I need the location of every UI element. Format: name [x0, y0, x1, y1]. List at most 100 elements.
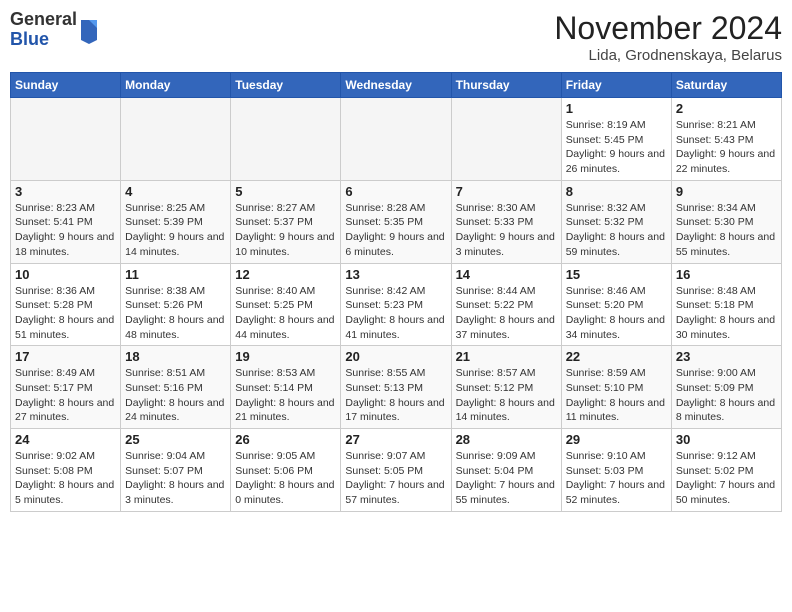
calendar-cell: 13 Sunrise: 8:42 AM Sunset: 5:23 PM Dayli… — [341, 263, 451, 346]
day-number: 1 — [566, 101, 667, 116]
day-number: 8 — [566, 184, 667, 199]
day-number: 12 — [235, 267, 336, 282]
header: General Blue November 2024 Lida, Grodnen… — [10, 10, 782, 64]
calendar-subtitle: Lida, Grodnenskaya, Belarus — [554, 47, 782, 64]
day-info: Sunrise: 8:32 AM Sunset: 5:32 PM Dayligh… — [566, 201, 667, 260]
calendar-cell: 23 Sunrise: 9:00 AM Sunset: 5:09 PM Dayli… — [671, 346, 781, 429]
day-info: Sunrise: 8:23 AM Sunset: 5:41 PM Dayligh… — [15, 201, 116, 260]
day-info: Sunrise: 9:04 AM Sunset: 5:07 PM Dayligh… — [125, 449, 226, 508]
day-info: Sunrise: 9:07 AM Sunset: 5:05 PM Dayligh… — [345, 449, 446, 508]
day-number: 30 — [676, 432, 777, 447]
day-number: 11 — [125, 267, 226, 282]
day-number: 5 — [235, 184, 336, 199]
calendar-cell: 15Sunrise: 8:46 AM Sunset: 5:20 PM Dayli… — [561, 263, 671, 346]
day-info: Sunrise: 9:12 AM Sunset: 5:02 PM Dayligh… — [676, 449, 777, 508]
calendar-cell: 4 Sunrise: 8:25 AM Sunset: 5:39 PM Daylig… — [121, 180, 231, 263]
calendar-cell: 7 Sunrise: 8:30 AM Sunset: 5:33 PM Daylig… — [451, 180, 561, 263]
calendar-cell: 8 Sunrise: 8:32 AM Sunset: 5:32 PM Daylig… — [561, 180, 671, 263]
logo-general: General — [10, 10, 77, 30]
day-number: 16 — [676, 267, 777, 282]
weekday-header-tuesday: Tuesday — [231, 73, 341, 98]
day-info: Sunrise: 8:59 AM Sunset: 5:10 PM Dayligh… — [566, 366, 667, 425]
calendar-cell: 10 Sunrise: 8:36 AM Sunset: 5:28 PM Dayli… — [11, 263, 121, 346]
day-number: 29 — [566, 432, 667, 447]
day-number: 19 — [235, 349, 336, 364]
day-info: Sunrise: 8:30 AM Sunset: 5:33 PM Dayligh… — [456, 201, 557, 260]
logo: General Blue — [10, 10, 99, 50]
calendar-cell: 18 Sunrise: 8:51 AM Sunset: 5:16 PM Dayli… — [121, 346, 231, 429]
calendar-cell: 21Sunrise: 8:57 AM Sunset: 5:12 PM Dayli… — [451, 346, 561, 429]
weekday-header-saturday: Saturday — [671, 73, 781, 98]
day-number: 28 — [456, 432, 557, 447]
day-info: Sunrise: 9:02 AM Sunset: 5:08 PM Dayligh… — [15, 449, 116, 508]
day-number: 27 — [345, 432, 446, 447]
calendar-cell: 28 Sunrise: 9:09 AM Sunset: 5:04 PM Dayli… — [451, 429, 561, 512]
week-row-4: 24 Sunrise: 9:02 AM Sunset: 5:08 PM Dayli… — [11, 429, 782, 512]
day-info: Sunrise: 8:42 AM Sunset: 5:23 PM Dayligh… — [345, 284, 446, 343]
day-info: Sunrise: 8:27 AM Sunset: 5:37 PM Dayligh… — [235, 201, 336, 260]
weekday-header-sunday: Sunday — [11, 73, 121, 98]
day-info: Sunrise: 8:25 AM Sunset: 5:39 PM Dayligh… — [125, 201, 226, 260]
day-info: Sunrise: 8:48 AM Sunset: 5:18 PM Dayligh… — [676, 284, 777, 343]
day-number: 24 — [15, 432, 116, 447]
day-number: 10 — [15, 267, 116, 282]
day-number: 7 — [456, 184, 557, 199]
day-number: 25 — [125, 432, 226, 447]
day-info: Sunrise: 8:49 AM Sunset: 5:17 PM Dayligh… — [15, 366, 116, 425]
calendar-cell — [451, 98, 561, 181]
day-number: 14 — [456, 267, 557, 282]
calendar-cell: 6 Sunrise: 8:28 AM Sunset: 5:35 PM Daylig… — [341, 180, 451, 263]
calendar-cell — [231, 98, 341, 181]
day-number: 4 — [125, 184, 226, 199]
day-info: Sunrise: 9:09 AM Sunset: 5:04 PM Dayligh… — [456, 449, 557, 508]
weekday-header-thursday: Thursday — [451, 73, 561, 98]
day-number: 2 — [676, 101, 777, 116]
day-info: Sunrise: 8:53 AM Sunset: 5:14 PM Dayligh… — [235, 366, 336, 425]
calendar-cell: 2Sunrise: 8:21 AM Sunset: 5:43 PM Daylig… — [671, 98, 781, 181]
day-number: 22 — [566, 349, 667, 364]
calendar-cell — [341, 98, 451, 181]
calendar-table: SundayMondayTuesdayWednesdayThursdayFrid… — [10, 72, 782, 512]
day-number: 23 — [676, 349, 777, 364]
calendar-cell: 27 Sunrise: 9:07 AM Sunset: 5:05 PM Dayli… — [341, 429, 451, 512]
day-info: Sunrise: 9:00 AM Sunset: 5:09 PM Dayligh… — [676, 366, 777, 425]
day-number: 9 — [676, 184, 777, 199]
calendar-cell — [11, 98, 121, 181]
calendar-cell: 5 Sunrise: 8:27 AM Sunset: 5:37 PM Daylig… — [231, 180, 341, 263]
week-row-3: 17 Sunrise: 8:49 AM Sunset: 5:17 PM Dayli… — [11, 346, 782, 429]
day-info: Sunrise: 9:10 AM Sunset: 5:03 PM Dayligh… — [566, 449, 667, 508]
day-number: 13 — [345, 267, 446, 282]
calendar-cell: 14Sunrise: 8:44 AM Sunset: 5:22 PM Dayli… — [451, 263, 561, 346]
day-info: Sunrise: 8:38 AM Sunset: 5:26 PM Dayligh… — [125, 284, 226, 343]
day-number: 18 — [125, 349, 226, 364]
day-number: 20 — [345, 349, 446, 364]
calendar-cell: 17 Sunrise: 8:49 AM Sunset: 5:17 PM Dayli… — [11, 346, 121, 429]
day-info: Sunrise: 8:34 AM Sunset: 5:30 PM Dayligh… — [676, 201, 777, 260]
day-number: 15 — [566, 267, 667, 282]
day-info: Sunrise: 8:51 AM Sunset: 5:16 PM Dayligh… — [125, 366, 226, 425]
calendar-title: November 2024 — [554, 10, 782, 47]
week-row-2: 10 Sunrise: 8:36 AM Sunset: 5:28 PM Dayli… — [11, 263, 782, 346]
calendar-cell: 24 Sunrise: 9:02 AM Sunset: 5:08 PM Dayli… — [11, 429, 121, 512]
day-info: Sunrise: 8:19 AM Sunset: 5:45 PM Dayligh… — [566, 118, 667, 177]
day-info: Sunrise: 8:28 AM Sunset: 5:35 PM Dayligh… — [345, 201, 446, 260]
calendar-cell: 20 Sunrise: 8:55 AM Sunset: 5:13 PM Dayli… — [341, 346, 451, 429]
week-row-1: 3Sunrise: 8:23 AM Sunset: 5:41 PM Daylig… — [11, 180, 782, 263]
calendar-cell: 29 Sunrise: 9:10 AM Sunset: 5:03 PM Dayli… — [561, 429, 671, 512]
day-info: Sunrise: 8:57 AM Sunset: 5:12 PM Dayligh… — [456, 366, 557, 425]
day-number: 6 — [345, 184, 446, 199]
calendar-cell: 19 Sunrise: 8:53 AM Sunset: 5:14 PM Dayli… — [231, 346, 341, 429]
day-number: 17 — [15, 349, 116, 364]
calendar-cell: 25 Sunrise: 9:04 AM Sunset: 5:07 PM Dayli… — [121, 429, 231, 512]
calendar-cell — [121, 98, 231, 181]
calendar-cell: 9 Sunrise: 8:34 AM Sunset: 5:30 PM Daylig… — [671, 180, 781, 263]
day-info: Sunrise: 8:36 AM Sunset: 5:28 PM Dayligh… — [15, 284, 116, 343]
calendar-cell: 26Sunrise: 9:05 AM Sunset: 5:06 PM Dayli… — [231, 429, 341, 512]
week-row-0: 1 Sunrise: 8:19 AM Sunset: 5:45 PM Daylig… — [11, 98, 782, 181]
calendar-cell: 12Sunrise: 8:40 AM Sunset: 5:25 PM Dayli… — [231, 263, 341, 346]
day-info: Sunrise: 8:55 AM Sunset: 5:13 PM Dayligh… — [345, 366, 446, 425]
calendar-cell: 16 Sunrise: 8:48 AM Sunset: 5:18 PM Dayli… — [671, 263, 781, 346]
calendar-cell: 3Sunrise: 8:23 AM Sunset: 5:41 PM Daylig… — [11, 180, 121, 263]
calendar-cell: 1 Sunrise: 8:19 AM Sunset: 5:45 PM Daylig… — [561, 98, 671, 181]
weekday-header-friday: Friday — [561, 73, 671, 98]
